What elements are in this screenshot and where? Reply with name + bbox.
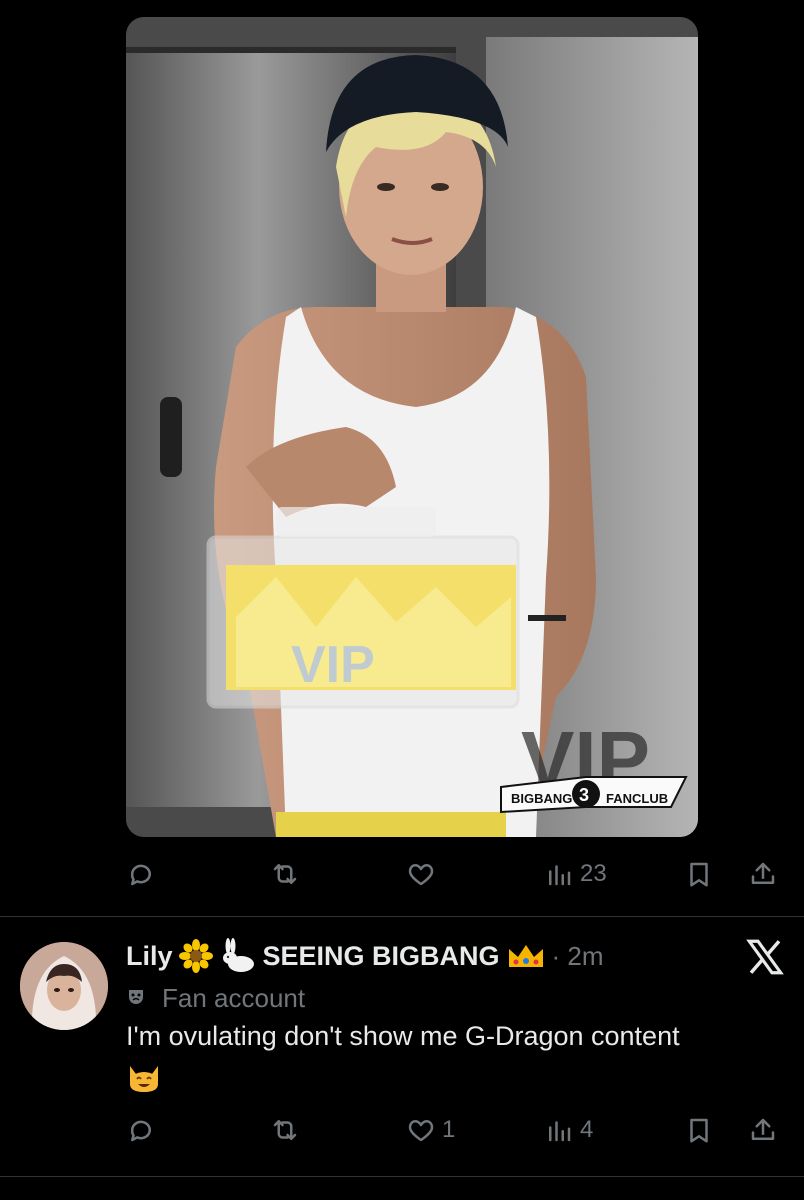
like-count: 1 [442,1116,456,1143]
retweet-button[interactable] [270,854,300,894]
bookmark-icon [690,1118,708,1143]
fan-account-label: Fan account [126,980,305,1016]
views-count: 4 [580,1116,594,1143]
avatar-image [20,942,108,1030]
crown-emoji-icon [508,945,543,967]
views-button[interactable]: 23 [544,854,607,894]
views-icon [549,1121,571,1142]
flower-emoji-icon [178,939,213,973]
tweet-divider [0,1176,804,1177]
heart-icon [408,1120,434,1142]
share-icon [751,862,775,884]
share-button[interactable] [748,1110,778,1150]
reply-button[interactable] [126,854,156,894]
bookmark-button[interactable] [684,1110,714,1150]
share-icon [751,1118,775,1140]
retweet-icon [273,864,297,884]
svg-text:FANCLUB: FANCLUB [606,791,668,806]
heart-icon [408,864,434,886]
bookmark-icon [690,862,708,887]
tweet-action-bar: 23 [126,854,786,894]
tweet-text: I'm ovulating don't show me G-Dragon con… [126,1021,680,1051]
tweet-media-photo[interactable]: VIP VIP BIGBANG 3 FANCLUB [126,17,698,837]
author-name-suffix[interactable]: SEEING BIGBANG [263,941,500,972]
tweet-divider [0,916,804,917]
photo-illustration: VIP VIP BIGBANG 3 FANCLUB [126,17,698,837]
svg-text:3: 3 [579,785,589,805]
reply-icon [130,864,151,886]
reply-button[interactable] [126,1110,156,1150]
tweet-action-bar: 1 4 [126,1110,786,1150]
svg-text:VIP: VIP [291,636,375,694]
views-count: 23 [580,860,607,887]
reply-icon [130,1120,151,1142]
masks-icon [129,990,143,1004]
svg-text:BIGBANG: BIGBANG [511,791,572,806]
smiling-cat-emoji-icon [130,1066,158,1092]
x-logo-icon[interactable] [744,936,786,978]
tweet-timestamp[interactable]: · 2m [552,941,604,972]
views-button[interactable]: 4 [544,1110,593,1150]
fan-account-text: Fan account [162,982,306,1013]
views-icon [549,865,571,886]
author-name[interactable]: Lily [126,941,173,972]
like-button[interactable]: 1 [406,1110,455,1150]
like-button[interactable] [406,854,436,894]
bookmark-button[interactable] [684,854,714,894]
retweet-button[interactable] [270,1110,300,1150]
avatar[interactable] [20,942,108,1030]
share-button[interactable] [748,854,778,894]
tweet-author-row: Lily SEEING BIGBANG · 2m [126,936,604,976]
rabbit-emoji-icon [222,938,254,972]
retweet-icon [273,1120,297,1140]
